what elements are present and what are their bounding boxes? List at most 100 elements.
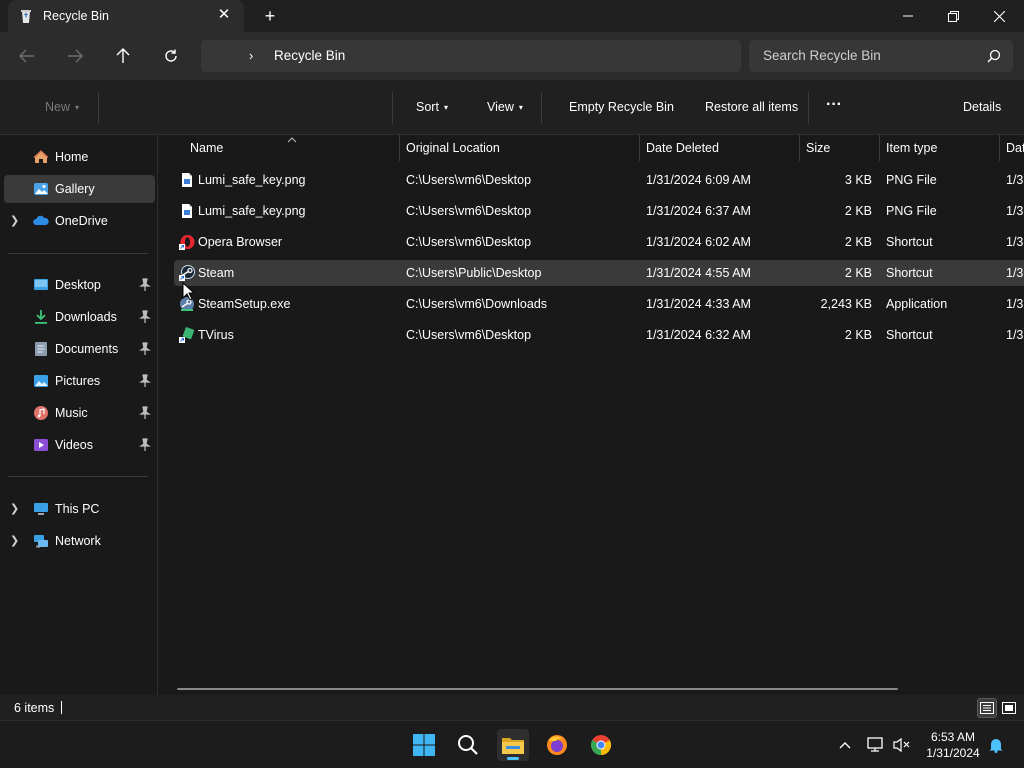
sort-button[interactable]: Sort ▾ [416, 100, 448, 114]
minimize-button[interactable] [885, 0, 931, 32]
file-size: 2 KB [844, 266, 872, 280]
sidebar-item-this-pc[interactable]: ❯ This PC [4, 495, 155, 523]
empty-recycle-bin-button[interactable]: Empty Recycle Bin [569, 100, 674, 114]
documents-icon [33, 341, 49, 357]
chevron-right-icon[interactable]: ❯ [10, 214, 20, 228]
sidebar-item-label: Pictures [55, 374, 101, 388]
sidebar-item-label: Music [55, 406, 88, 420]
breadcrumb-recycle-bin[interactable]: Recycle Bin [274, 48, 345, 63]
taskbar-firefox[interactable] [541, 729, 573, 761]
item-count: 6 items [14, 701, 55, 715]
file-size: 2 KB [844, 328, 872, 342]
tvirus-shortcut-icon [179, 327, 195, 343]
sidebar-item-gallery[interactable]: Gallery [4, 175, 155, 203]
chevron-right-icon[interactable]: ❯ [10, 534, 20, 548]
pin-icon[interactable] [139, 310, 151, 324]
gallery-icon [33, 181, 49, 197]
table-row[interactable]: Lumi_safe_key.png C:\Users\vm6\Desktop 1… [174, 198, 1024, 224]
pin-icon[interactable] [139, 342, 151, 356]
new-tab-button[interactable]: + [259, 5, 281, 27]
table-row[interactable]: Steam C:\Users\Public\Desktop 1/31/2024 … [174, 260, 1024, 286]
show-hidden-icons-button[interactable] [835, 735, 855, 755]
this-pc-icon [33, 501, 49, 517]
taskbar-file-explorer[interactable] [497, 729, 529, 761]
sidebar-item-label: Downloads [55, 310, 117, 324]
sidebar-item-music[interactable]: Music [4, 399, 155, 427]
column-header-name[interactable]: Name [184, 135, 399, 161]
taskbar-search-button[interactable] [452, 729, 484, 761]
volume-button[interactable] [892, 735, 912, 755]
file-date-modified: 1/3 [1006, 328, 1024, 342]
pin-icon[interactable] [139, 406, 151, 420]
sidebar-item-home[interactable]: Home [4, 143, 155, 171]
sidebar-item-label: Desktop [55, 278, 101, 292]
search-icon[interactable] [987, 49, 1001, 63]
divider [392, 92, 393, 124]
up-button[interactable] [111, 44, 135, 68]
chevron-right-icon[interactable]: › [249, 48, 253, 63]
tiles-view-button[interactable] [999, 698, 1019, 718]
file-size: 2,243 KB [820, 297, 872, 311]
view-button[interactable]: View ▾ [487, 100, 523, 114]
close-tab-icon[interactable]: ✕ [214, 5, 234, 25]
horizontal-scrollbar[interactable] [177, 688, 898, 690]
network-wired-icon [867, 737, 883, 752]
file-date-deleted: 1/31/2024 4:55 AM [646, 266, 751, 280]
music-icon [33, 405, 49, 421]
clock-date: 1/31/2024 [926, 746, 980, 760]
column-header-original-location[interactable]: Original Location [400, 135, 639, 161]
table-row[interactable]: SteamSetup.exe C:\Users\vm6\Downloads 1/… [174, 291, 1024, 317]
file-date-modified: 1/3 [1006, 173, 1024, 187]
column-label: Date Deleted [646, 141, 719, 155]
pin-icon[interactable] [139, 374, 151, 388]
details-button[interactable]: Details [963, 100, 1001, 114]
search-input[interactable]: Search Recycle Bin [749, 40, 1013, 72]
forward-button[interactable] [63, 44, 87, 68]
sidebar-item-onedrive[interactable]: ❯ OneDrive [4, 207, 155, 235]
new-button[interactable]: New ▾ [45, 100, 79, 114]
windows-logo-icon [413, 734, 435, 756]
file-location: C:\Users\vm6\Desktop [406, 173, 532, 187]
taskbar-chrome[interactable] [585, 729, 617, 761]
more-options-button[interactable]: ··· [826, 96, 842, 114]
sidebar-divider [8, 476, 148, 477]
restore-all-items-button[interactable]: Restore all items [705, 100, 798, 114]
sidebar-item-label: Network [55, 534, 101, 548]
sidebar-item-label: This PC [55, 502, 100, 516]
search-placeholder: Search Recycle Bin [763, 48, 881, 63]
pin-icon[interactable] [139, 438, 151, 452]
refresh-button[interactable] [159, 44, 183, 68]
table-row[interactable]: Lumi_safe_key.png C:\Users\vm6\Desktop 1… [174, 167, 1024, 193]
sidebar-item-documents[interactable]: Documents [4, 335, 155, 363]
column-header-item-type[interactable]: Item type [880, 135, 999, 161]
column-label: Size [806, 141, 831, 155]
back-button[interactable] [15, 44, 39, 68]
sidebar-item-pictures[interactable]: Pictures [4, 367, 155, 395]
bell-icon [989, 739, 1003, 753]
opera-shortcut-icon [179, 234, 195, 250]
column-header-date-modified[interactable]: Dat [1000, 135, 1024, 161]
column-header-date-deleted[interactable]: Date Deleted [640, 135, 799, 161]
column-header-size[interactable]: Size [800, 135, 879, 161]
tab-recycle-bin[interactable]: Recycle Bin ✕ [8, 0, 244, 32]
details-view-button[interactable] [977, 698, 997, 718]
file-list: Name Original Location Date Deleted Size… [159, 135, 1024, 695]
sidebar-item-network[interactable]: ❯ Network [4, 527, 155, 555]
steam-shortcut-icon [179, 265, 195, 281]
address-bar[interactable]: › Recycle Bin [201, 40, 741, 72]
restore-button[interactable] [930, 0, 976, 32]
table-row[interactable]: TVirus C:\Users\vm6\Desktop 1/31/2024 6:… [174, 322, 1024, 348]
view-label: View [487, 100, 514, 114]
table-row[interactable]: Opera Browser C:\Users\vm6\Desktop 1/31/… [174, 229, 1024, 255]
taskbar-clock[interactable]: 6:53 AM 1/31/2024 [918, 729, 988, 761]
start-button[interactable] [408, 729, 440, 761]
file-date-modified: 1/3 [1006, 204, 1024, 218]
notifications-button[interactable] [986, 735, 1006, 755]
sidebar-item-desktop[interactable]: Desktop [4, 271, 155, 299]
close-window-button[interactable] [976, 0, 1022, 32]
sidebar-item-videos[interactable]: Videos [4, 431, 155, 459]
chevron-right-icon[interactable]: ❯ [10, 502, 20, 516]
sidebar-item-downloads[interactable]: Downloads [4, 303, 155, 331]
pin-icon[interactable] [139, 278, 151, 292]
network-status-button[interactable] [866, 735, 886, 755]
